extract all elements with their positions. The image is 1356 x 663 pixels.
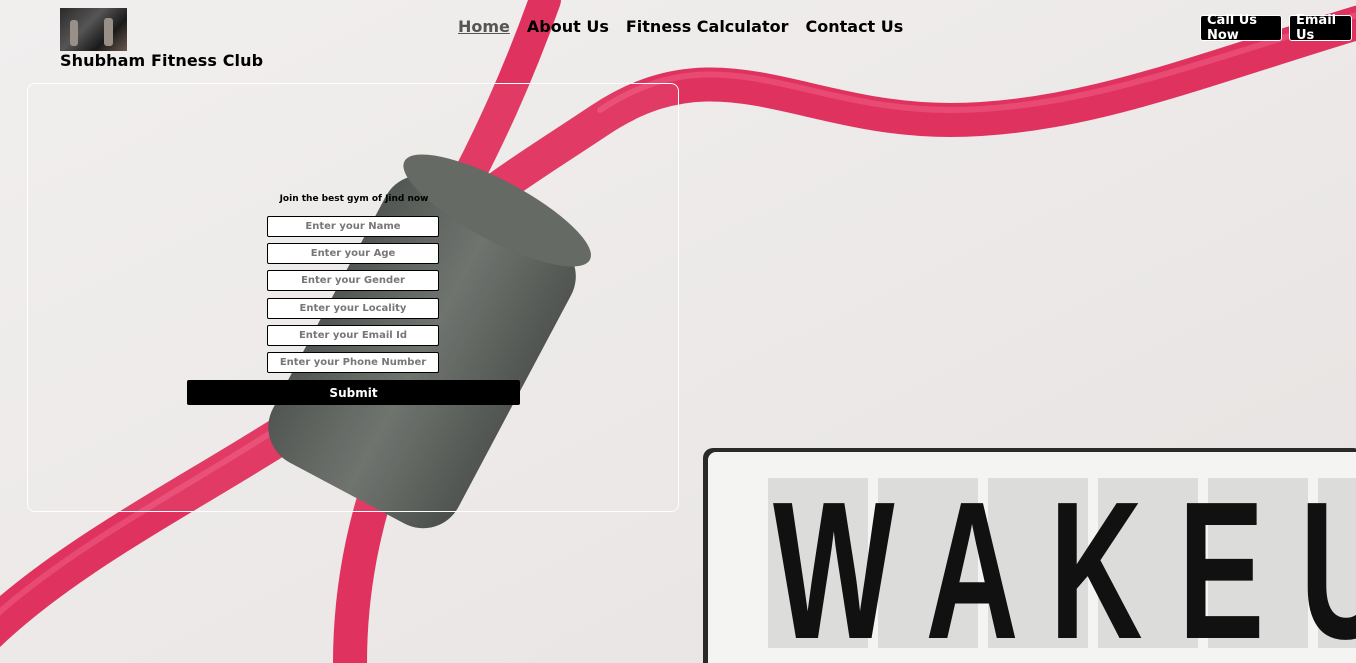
name-field[interactable]	[267, 216, 439, 237]
join-form-panel: Join the best gym of Jind now Submit	[27, 83, 679, 512]
age-field[interactable]	[267, 243, 439, 264]
lightbox-text: W A K E U	[773, 461, 1356, 663]
locality-field[interactable]	[267, 298, 439, 319]
logo-image[interactable]	[60, 8, 127, 51]
nav-about-us[interactable]: About Us	[527, 17, 609, 36]
email-field[interactable]	[267, 325, 439, 346]
gender-field[interactable]	[267, 270, 439, 291]
nav-fitness-calculator[interactable]: Fitness Calculator	[626, 17, 789, 36]
form-title: Join the best gym of Jind now	[279, 194, 429, 204]
submit-button[interactable]: Submit	[187, 380, 520, 405]
phone-field[interactable]	[267, 352, 439, 373]
email-us-button[interactable]: Email Us	[1289, 13, 1352, 43]
brand-name: Shubham Fitness Club	[60, 51, 264, 70]
main-nav: Home About Us Fitness Calculator Contact…	[458, 17, 920, 36]
nav-contact-us[interactable]: Contact Us	[806, 17, 904, 36]
nav-home[interactable]: Home	[458, 17, 510, 36]
call-us-button[interactable]: Call Us Now	[1200, 13, 1282, 43]
